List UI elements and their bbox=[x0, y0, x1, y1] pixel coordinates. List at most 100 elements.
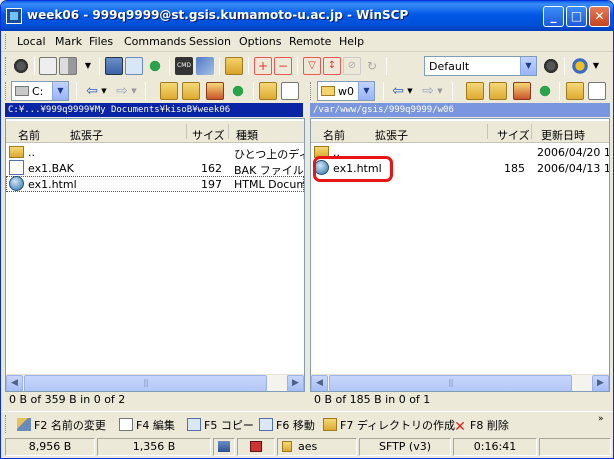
left-drive-combo[interactable]: C: ▼ bbox=[11, 81, 69, 101]
dropdown-arrow-icon[interactable]: ▼ bbox=[83, 57, 93, 75]
right-file-panel[interactable]: 名前 拡張子 サイズ 更新日時 .. 2006/04/20 12 ex1.htm… bbox=[310, 118, 610, 392]
synchronize-icon[interactable] bbox=[105, 57, 123, 75]
root-directory-icon[interactable] bbox=[489, 82, 507, 100]
file-size: 162 bbox=[201, 162, 222, 175]
home-icon[interactable] bbox=[206, 82, 224, 100]
column-name[interactable]: 名前 bbox=[323, 127, 345, 143]
menu-commands[interactable]: Commands bbox=[124, 35, 186, 48]
scroll-thumb[interactable] bbox=[24, 375, 267, 391]
f5-copy-button[interactable]: F5 コピー bbox=[187, 417, 254, 433]
tree-icon[interactable] bbox=[588, 82, 606, 100]
file-date: 2006/04/13 15 bbox=[537, 162, 610, 175]
menu-local[interactable]: Local bbox=[17, 35, 46, 48]
left-horizontal-scrollbar[interactable]: ◀ ▶ bbox=[6, 374, 304, 391]
toolbar-separator bbox=[169, 57, 170, 75]
chevron-down-icon[interactable]: ▼ bbox=[520, 57, 536, 75]
local-window-icon[interactable] bbox=[39, 57, 57, 75]
column-name[interactable]: 名前 bbox=[18, 127, 40, 143]
forward-dropdown-icon[interactable]: ▼ bbox=[435, 82, 445, 100]
left-drive-value: C: bbox=[32, 85, 44, 98]
f6-move-button[interactable]: F6 移動 bbox=[259, 417, 315, 433]
menu-session[interactable]: Session bbox=[189, 35, 231, 48]
putty-icon[interactable] bbox=[196, 57, 214, 75]
preferences-gear-icon[interactable] bbox=[12, 57, 30, 75]
column-modified[interactable]: 更新日時 bbox=[541, 127, 585, 143]
edit-icon bbox=[119, 418, 133, 431]
column-type[interactable]: 種類 bbox=[236, 127, 258, 143]
minimize-button[interactable]: _ bbox=[543, 6, 564, 27]
open-directory-icon[interactable] bbox=[259, 82, 277, 100]
f5-label: F5 コピー bbox=[204, 419, 254, 432]
parent-directory-icon[interactable] bbox=[466, 82, 484, 100]
transfer-settings-gear-icon[interactable] bbox=[542, 57, 560, 75]
scroll-thumb[interactable] bbox=[329, 375, 572, 391]
refresh-icon[interactable] bbox=[229, 82, 247, 100]
queue-icon[interactable] bbox=[225, 57, 243, 75]
left-path-bar[interactable]: C:¥...¥999q9999¥My Documents¥kisoB¥week0… bbox=[5, 103, 303, 117]
maximize-button[interactable]: □ bbox=[566, 6, 587, 27]
back-dropdown-icon[interactable]: ▼ bbox=[99, 82, 109, 100]
select-files-icon[interactable]: + bbox=[254, 57, 272, 75]
toolbar-separator bbox=[297, 57, 298, 75]
column-divider[interactable] bbox=[228, 124, 229, 139]
compare-directories-icon[interactable] bbox=[125, 57, 143, 75]
open-directory-icon[interactable] bbox=[566, 82, 584, 100]
file-row-parent[interactable]: .. ひとつ上のディレ bbox=[6, 144, 304, 161]
file-row-ex1-html[interactable]: ex1.html 197 HTML Docume bbox=[6, 176, 304, 192]
forward-dropdown-icon[interactable]: ▼ bbox=[129, 82, 139, 100]
menu-remote[interactable]: Remote bbox=[289, 35, 331, 48]
sort-icon[interactable]: ↕ bbox=[323, 57, 341, 75]
right-path-bar[interactable]: /var/www/gsis/999q9999/w06 bbox=[310, 103, 610, 117]
column-divider[interactable] bbox=[487, 124, 488, 139]
column-divider[interactable] bbox=[186, 124, 187, 139]
home-icon[interactable] bbox=[513, 82, 531, 100]
left-file-panel[interactable]: 名前 拡張子 サイズ 種類 .. ひとつ上のディレ ex1.BAK 162 BA… bbox=[5, 118, 305, 392]
f2-rename-button[interactable]: F2 名前の変更 bbox=[17, 417, 106, 433]
menu-files[interactable]: Files bbox=[89, 35, 113, 48]
parent-directory-icon[interactable] bbox=[160, 82, 178, 100]
transfer-settings-combo[interactable]: Default ▼ bbox=[424, 56, 537, 76]
refresh-icon[interactable] bbox=[536, 82, 554, 100]
menu-help[interactable]: Help bbox=[339, 35, 364, 48]
tree-icon[interactable] bbox=[281, 82, 299, 100]
file-name: ex1.BAK bbox=[28, 162, 74, 175]
close-button[interactable]: ✕ bbox=[589, 6, 610, 27]
unselect-files-icon[interactable]: − bbox=[274, 57, 292, 75]
scroll-right-icon[interactable]: ▶ bbox=[592, 375, 609, 391]
filter-icon[interactable]: ▽ bbox=[303, 57, 321, 75]
invert-selection-icon[interactable]: ⊘ bbox=[343, 57, 361, 75]
column-size[interactable]: サイズ bbox=[497, 127, 530, 143]
f4-edit-button[interactable]: F4 編集 bbox=[119, 417, 175, 433]
title-bar[interactable]: week06 - 999q9999@st.gsis.kumamoto-u.ac.… bbox=[1, 1, 613, 31]
scroll-right-icon[interactable]: ▶ bbox=[287, 375, 304, 391]
remote-window-icon[interactable] bbox=[59, 57, 77, 75]
right-horizontal-scrollbar[interactable]: ◀ ▶ bbox=[311, 374, 609, 391]
f7-create-directory-button[interactable]: F7 ディレクトリの作成 bbox=[323, 417, 455, 433]
column-size[interactable]: サイズ bbox=[192, 127, 225, 143]
column-extension[interactable]: 拡張子 bbox=[70, 127, 103, 143]
command-bar-overflow-icon[interactable]: » bbox=[598, 414, 604, 424]
chevron-down-icon[interactable]: ▼ bbox=[52, 82, 68, 100]
column-extension[interactable]: 拡張子 bbox=[375, 127, 408, 143]
root-directory-icon[interactable] bbox=[182, 82, 200, 100]
toolbar-separator bbox=[145, 82, 146, 100]
compression-panel bbox=[213, 438, 235, 456]
menu-options[interactable]: Options bbox=[239, 35, 281, 48]
keep-up-to-date-icon[interactable] bbox=[146, 57, 164, 75]
session-icon[interactable] bbox=[571, 57, 589, 75]
protocol: SFTP (v3) bbox=[359, 438, 451, 456]
file-row-ex1-bak[interactable]: ex1.BAK 162 BAK ファイル bbox=[6, 160, 304, 177]
status-empty-panel bbox=[539, 438, 611, 456]
scroll-left-icon[interactable]: ◀ bbox=[311, 375, 328, 391]
scroll-left-icon[interactable]: ◀ bbox=[6, 375, 23, 391]
f8-delete-button[interactable]: ✕ F8 削除 bbox=[453, 417, 509, 434]
move-icon bbox=[259, 418, 273, 431]
menu-mark[interactable]: Mark bbox=[55, 35, 82, 48]
session-dropdown-icon[interactable]: ▼ bbox=[591, 57, 601, 75]
right-drive-combo[interactable]: w0 ▼ bbox=[317, 81, 375, 101]
chevron-down-icon[interactable]: ▼ bbox=[358, 82, 374, 100]
back-dropdown-icon[interactable]: ▼ bbox=[405, 82, 415, 100]
column-divider[interactable] bbox=[531, 124, 532, 139]
app-icon bbox=[6, 8, 22, 24]
console-icon[interactable]: CMD bbox=[175, 57, 193, 75]
